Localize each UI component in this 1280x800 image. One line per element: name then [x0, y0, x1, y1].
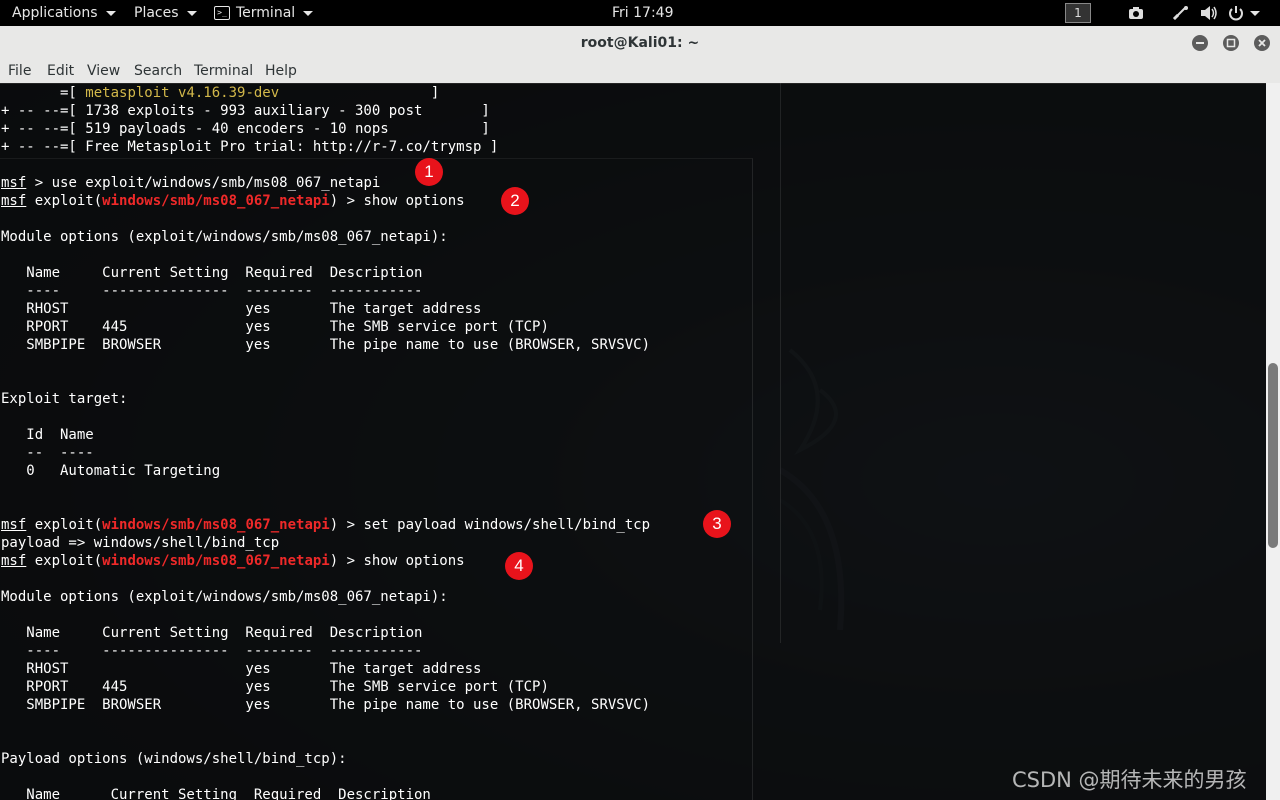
maximize-button[interactable] [1223, 35, 1239, 51]
annotation-marker-3: 3 [703, 510, 731, 538]
terminal-titlebar[interactable]: root@Kali01: ~ [0, 26, 1280, 61]
output-line: payload => windows/shell/bind_tcp [1, 535, 280, 551]
volume-icon[interactable] [1200, 4, 1218, 22]
terminal-output[interactable]: =[ metasploit v4.16.39-dev ] + -- --=[ 1… [0, 83, 1266, 800]
table-row: SMBPIPE BROWSER yes The pipe name to use… [1, 697, 651, 713]
command-line: msf exploit(windows/smb/ms08_067_netapi)… [1, 553, 465, 569]
table-row: RPORT 445 yes The SMB service port (TCP) [1, 679, 549, 695]
table-row: SMBPIPE BROWSER yes The pipe name to use… [1, 337, 651, 353]
network-icon[interactable] [1172, 4, 1190, 22]
power-icon[interactable] [1228, 4, 1260, 22]
table-header: Name Current Setting Required Descriptio… [1, 625, 423, 641]
window-title: root@Kali01: ~ [580, 35, 700, 51]
table-row: RHOST yes The target address [1, 301, 482, 317]
banner-line: + -- --=[ Free Metasploit Pro trial: htt… [1, 139, 499, 155]
table-row: RPORT 445 yes The SMB service port (TCP) [1, 319, 549, 335]
menu-edit[interactable]: Edit [47, 60, 74, 82]
annotation-marker-4: 4 [505, 552, 533, 580]
output-line: Module options (exploit/windows/smb/ms08… [1, 229, 448, 245]
table-header: Id Name [1, 427, 94, 443]
chevron-down-icon [303, 10, 314, 16]
output-line: Exploit target: [1, 391, 128, 407]
table-row: 0 Automatic Targeting [1, 463, 221, 479]
chevron-down-icon [186, 10, 197, 16]
command-line: msf > use exploit/windows/smb/ms08_067_n… [1, 175, 381, 191]
workspace-indicator[interactable]: 1 [1065, 3, 1091, 23]
chevron-down-icon [105, 10, 116, 16]
table-row: RHOST yes The target address [1, 661, 482, 677]
menu-view[interactable]: View [87, 60, 120, 82]
watermark: CSDN @期待未来的男孩 [1012, 768, 1247, 792]
terminal-app-menu[interactable]: >_ Terminal [214, 0, 314, 26]
menu-bar: File Edit View Search Terminal Help [0, 60, 1280, 84]
terminal-scrollbar[interactable] [1266, 83, 1280, 800]
terminal-icon: >_ [214, 6, 230, 20]
table-header: Name Current Setting Required Descriptio… [1, 787, 431, 800]
banner-line: + -- --=[ 1738 exploits - 993 auxiliary … [1, 103, 490, 119]
menu-help[interactable]: Help [265, 60, 297, 82]
table-header: Name Current Setting Required Descriptio… [1, 265, 423, 281]
scrollbar-thumb[interactable] [1268, 363, 1278, 548]
table-separator: ---- --------------- -------- ----------… [1, 283, 423, 299]
camera-icon[interactable] [1128, 4, 1144, 22]
chevron-down-icon [1250, 10, 1260, 16]
menu-file[interactable]: File [8, 60, 31, 82]
table-separator: -- ---- [1, 445, 94, 461]
minimize-button[interactable] [1192, 35, 1208, 51]
output-line: Module options (exploit/windows/smb/ms08… [1, 589, 448, 605]
table-separator: ---- --------------- -------- ----------… [1, 643, 423, 659]
command-line: msf exploit(windows/smb/ms08_067_netapi)… [1, 517, 651, 533]
banner-line: =[ metasploit v4.16.39-dev ] [1, 85, 440, 101]
annotation-marker-1: 1 [415, 158, 443, 186]
close-button[interactable] [1254, 35, 1270, 51]
annotation-marker-2: 2 [501, 187, 529, 215]
top-panel: Applications Places >_ Terminal Fri 17:4… [0, 0, 1280, 26]
clock[interactable]: Fri 17:49 [612, 0, 673, 26]
places-menu[interactable]: Places [134, 0, 197, 26]
output-line: Payload options (windows/shell/bind_tcp)… [1, 751, 347, 767]
menu-terminal[interactable]: Terminal [194, 60, 253, 82]
command-line: msf exploit(windows/smb/ms08_067_netapi)… [1, 193, 465, 209]
banner-line: + -- --=[ 519 payloads - 40 encoders - 1… [1, 121, 490, 137]
applications-menu[interactable]: Applications [12, 0, 116, 26]
menu-search[interactable]: Search [134, 60, 182, 82]
